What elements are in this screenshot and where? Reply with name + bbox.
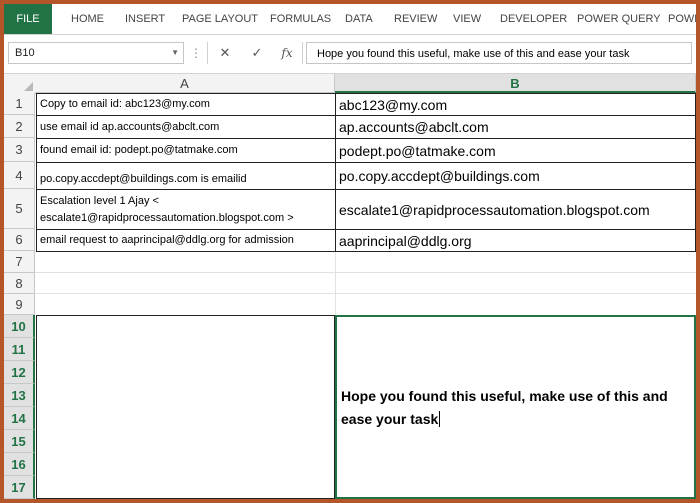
- tab-developer[interactable]: DEVELOPER: [500, 4, 567, 34]
- tab-review[interactable]: REVIEW: [394, 4, 437, 34]
- cell-b4[interactable]: po.copy.accdept@buildings.com: [335, 162, 696, 190]
- cell-a3[interactable]: found email id: podept.po@tatmake.com: [36, 138, 336, 163]
- cell-b5[interactable]: escalate1@rapidprocessautomation.blogspo…: [335, 189, 696, 230]
- name-box-value: B10: [15, 47, 35, 59]
- cell-a5[interactable]: Escalation level 1 Ajay < escalate1@rapi…: [36, 189, 336, 230]
- merged-cell-a10[interactable]: [36, 315, 335, 499]
- row-header-7[interactable]: 7: [4, 251, 35, 273]
- text-caret: [439, 411, 441, 427]
- tab-view[interactable]: VIEW: [453, 4, 481, 34]
- worksheet-grid: A B 1 2 3 4 5 6 7 8 9 10 11 12 13 14 15 …: [4, 74, 696, 499]
- cell-b6[interactable]: aaprincipal@ddlg.org: [335, 229, 696, 252]
- cell-a6[interactable]: email request to aaprincipal@ddlg.org fo…: [36, 229, 336, 252]
- tab-file[interactable]: FILE: [4, 4, 52, 34]
- tab-power-query[interactable]: POWER QUERY: [577, 4, 661, 34]
- row-header-15[interactable]: 15: [4, 430, 35, 453]
- formula-input[interactable]: Hope you found this useful, make use of …: [306, 42, 692, 64]
- row-header-5[interactable]: 5: [4, 189, 35, 229]
- ribbon-tabs: FILE HOME INSERT PAGE LAYOUT FORMULAS DA…: [4, 4, 696, 35]
- formula-bar: B10 ▼ ⋮ ✕ ✓ fx Hope you found this usefu…: [4, 35, 696, 74]
- row-header-1[interactable]: 1: [4, 93, 35, 115]
- row-header-12[interactable]: 12: [4, 361, 35, 384]
- row-header-8[interactable]: 8: [4, 273, 35, 294]
- select-all-icon: [24, 82, 33, 91]
- cell-a4[interactable]: po.copy.accdept@buildings.com is emailid: [36, 162, 336, 190]
- row-header-11[interactable]: 11: [4, 338, 35, 361]
- gridline: [35, 272, 696, 273]
- tab-insert[interactable]: INSERT: [125, 4, 165, 34]
- divider: [302, 42, 303, 64]
- tab-data[interactable]: DATA: [345, 4, 373, 34]
- name-box[interactable]: B10 ▼: [8, 42, 184, 64]
- row-header-4[interactable]: 4: [4, 162, 35, 189]
- row-header-14[interactable]: 14: [4, 407, 35, 430]
- row-header-6[interactable]: 6: [4, 229, 35, 251]
- row-header-13[interactable]: 13: [4, 384, 35, 407]
- enter-icon[interactable]: ✓: [244, 42, 270, 64]
- row-header-10[interactable]: 10: [4, 315, 35, 338]
- tab-page-layout[interactable]: PAGE LAYOUT: [182, 4, 258, 34]
- column-header-b[interactable]: B: [335, 74, 696, 93]
- column-header-a[interactable]: A: [35, 74, 335, 93]
- tab-home[interactable]: HOME: [71, 4, 104, 34]
- cell-a5-line2: escalate1@rapidprocessautomation.blogspo…: [40, 211, 294, 224]
- more-icon: ⋮: [190, 46, 202, 60]
- cell-b3[interactable]: podept.po@tatmake.com: [335, 138, 696, 163]
- cell-a2[interactable]: use email id ap.accounts@abclt.com: [36, 115, 336, 139]
- cell-a1[interactable]: Copy to email id: abc123@my.com: [36, 93, 336, 116]
- tab-formulas[interactable]: FORMULAS: [270, 4, 331, 34]
- cancel-icon[interactable]: ✕: [212, 42, 238, 64]
- row-header-3[interactable]: 3: [4, 138, 35, 162]
- select-all-button[interactable]: [4, 74, 36, 94]
- row-header-9[interactable]: 9: [4, 294, 35, 315]
- divider: [207, 42, 208, 64]
- row-header-16[interactable]: 16: [4, 453, 35, 476]
- insert-function-icon[interactable]: fx: [274, 42, 300, 64]
- tab-power-pivot[interactable]: POWE: [668, 4, 696, 34]
- selected-cell-value: Hope you found this useful, make use of …: [341, 388, 668, 427]
- spreadsheet-window: FILE HOME INSERT PAGE LAYOUT FORMULAS DA…: [0, 0, 700, 503]
- cell-a5-line1: Escalation level 1 Ajay <: [40, 194, 159, 207]
- row-header-2[interactable]: 2: [4, 115, 35, 138]
- row-header-17[interactable]: 17: [4, 476, 35, 499]
- gridline: [35, 293, 696, 294]
- selected-cell-b10[interactable]: Hope you found this useful, make use of …: [335, 315, 696, 499]
- cell-b2[interactable]: ap.accounts@abclt.com: [335, 115, 696, 139]
- selected-cell-text: Hope you found this useful, make use of …: [341, 385, 691, 431]
- chevron-down-icon[interactable]: ▼: [171, 43, 179, 63]
- cell-b1[interactable]: abc123@my.com: [335, 93, 696, 116]
